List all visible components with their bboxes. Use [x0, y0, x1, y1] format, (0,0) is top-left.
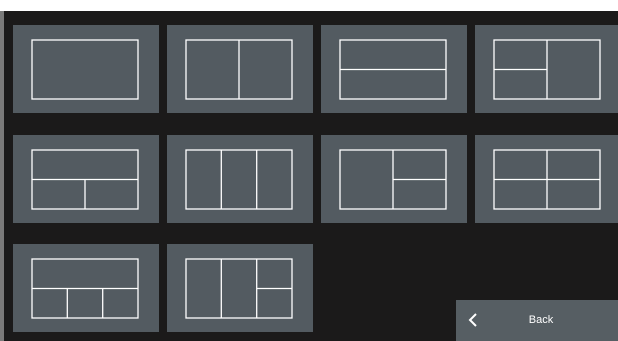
layout-split-vertical-2-icon	[185, 39, 293, 100]
layout-split-vertical-3-icon	[185, 149, 293, 210]
layout-selection-screen: Back	[4, 11, 618, 341]
layout-option-left-split-right-full[interactable]	[475, 25, 618, 113]
layout-quad-icon	[493, 149, 601, 210]
layout-option-split-vertical-3[interactable]	[167, 135, 313, 223]
top-border	[0, 0, 618, 11]
layout-vertical-2-right-split-icon	[185, 258, 293, 319]
layout-option-split-vertical-2[interactable]	[167, 25, 313, 113]
layout-option-left-full-right-split[interactable]	[321, 135, 467, 223]
back-button[interactable]: Back	[456, 300, 618, 341]
layout-option-split-horizontal-2[interactable]	[321, 25, 467, 113]
layout-option-vertical-2-right-split[interactable]	[167, 244, 313, 332]
layout-option-top-full-bottom-split[interactable]	[13, 135, 159, 223]
layout-top-full-bottom-3-icon	[31, 258, 139, 319]
layout-option-quad[interactable]	[475, 135, 618, 223]
back-button-label: Back	[528, 314, 554, 326]
layout-single-icon	[31, 39, 139, 100]
layout-option-top-full-bottom-3[interactable]	[13, 244, 159, 332]
layout-top-full-bottom-split-icon	[31, 149, 139, 210]
layout-left-full-right-split-icon	[339, 149, 447, 210]
layout-left-split-right-full-icon	[493, 39, 601, 100]
layout-split-horizontal-2-icon	[339, 39, 447, 100]
layout-option-single[interactable]	[13, 25, 159, 113]
